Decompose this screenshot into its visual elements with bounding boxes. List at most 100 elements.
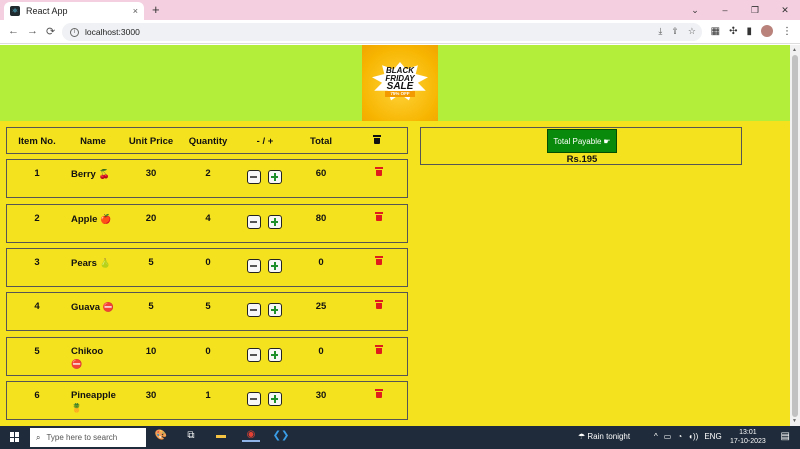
scroll-up-icon[interactable]: ▲ — [792, 47, 797, 53]
delete-icon[interactable] — [375, 345, 383, 354]
maximize-button[interactable]: ❐ — [740, 0, 770, 20]
decrement-button[interactable] — [247, 170, 261, 184]
delete-icon[interactable] — [375, 256, 383, 265]
header-item-no: Item No. — [18, 136, 56, 147]
increment-button[interactable] — [268, 215, 282, 229]
fruit-icon: 🍍 — [71, 403, 83, 413]
item-total: 0 — [318, 257, 324, 268]
search-placeholder: Type here to search — [46, 433, 118, 442]
decrement-button[interactable] — [247, 303, 261, 317]
decrement-button[interactable] — [247, 259, 261, 273]
clock-date: 17-10-2023 — [730, 438, 766, 445]
item-name: Berry 🍒 — [71, 169, 110, 180]
search-icon: ⌕ — [36, 432, 41, 442]
taskbar-search[interactable]: ⌕ Type here to search — [30, 428, 146, 447]
increment-button[interactable] — [268, 170, 282, 184]
widgets-icon[interactable]: 🎨 — [152, 430, 170, 441]
item-price: 30 — [145, 168, 157, 179]
delete-icon[interactable] — [375, 389, 383, 398]
tab-close-icon[interactable]: × — [133, 6, 138, 16]
decrement-button[interactable] — [247, 392, 261, 406]
battery-icon[interactable]: ▭ — [664, 432, 672, 441]
download-icon[interactable]: ⤓ — [658, 26, 662, 37]
star-icon[interactable]: ☆ — [688, 26, 696, 37]
rain-icon: ☂ — [578, 432, 586, 441]
scroll-down-icon[interactable]: ▼ — [792, 418, 797, 424]
delete-icon[interactable] — [375, 167, 383, 176]
vscode-icon[interactable]: ❮❯ — [272, 430, 290, 441]
header-total: Total — [310, 136, 332, 147]
pointing-hand-icon: ☛ — [603, 136, 611, 146]
new-tab-button[interactable]: + — [152, 2, 160, 17]
decrement-button[interactable] — [247, 348, 261, 362]
header-quantity: Quantity — [188, 136, 228, 147]
increment-button[interactable] — [268, 303, 282, 317]
delete-icon[interactable] — [375, 212, 383, 221]
black-friday-image: BLACK FRIDAY SALE 75% OFF — [362, 45, 438, 121]
language-indicator[interactable]: ENG — [704, 432, 721, 441]
taskbar: ⌕ Type here to search 🎨 ⧉ ▬ ◉ ❮❯ ☂ Rain … — [0, 426, 800, 449]
table-header: Item No. Name Unit Price Quantity - / + … — [6, 127, 408, 154]
fruit-icon: 🍎 — [100, 214, 112, 224]
increment-button[interactable] — [268, 392, 282, 406]
tab-search-button[interactable]: ⌄ — [680, 0, 710, 20]
windows-start-icon[interactable] — [10, 432, 20, 442]
item-name: Chikoo ⛔ — [71, 346, 104, 369]
item-price: 10 — [145, 346, 157, 357]
profile-avatar[interactable] — [761, 25, 773, 37]
item-qty: 0 — [205, 346, 211, 357]
header-unit-price: Unit Price — [128, 136, 174, 147]
item-no: 3 — [34, 257, 40, 268]
delete-all-icon[interactable] — [373, 135, 381, 144]
header-name: Name — [80, 136, 106, 147]
increment-button[interactable] — [268, 259, 282, 273]
item-name: Pineapple 🍍 — [71, 390, 116, 413]
chrome-icon[interactable]: ◉ — [242, 429, 260, 442]
share-icon[interactable]: ⇪ — [671, 26, 679, 37]
header-stepper: - / + — [256, 136, 274, 147]
forward-button[interactable]: → — [27, 25, 38, 37]
total-payable-button[interactable]: Total Payable ☛ — [547, 129, 617, 153]
item-name: Guava ⛔ — [71, 302, 114, 313]
reload-button[interactable]: ⟳ — [46, 25, 55, 38]
puzzle-icon[interactable]: ✣ — [729, 26, 737, 37]
browser-tab[interactable]: ⚛ React App × — [4, 2, 144, 20]
url-bar[interactable]: i localhost:3000 ⤓ ⇪ ☆ — [62, 23, 702, 41]
page-scrollbar[interactable]: ▲ ▼ — [790, 45, 800, 426]
chevron-up-icon[interactable]: ^ — [654, 432, 658, 441]
item-total: 30 — [315, 390, 327, 401]
back-button[interactable]: ← — [8, 25, 19, 37]
tab-title: React App — [26, 6, 68, 16]
extension-icon[interactable]: ▦ — [711, 26, 720, 37]
minimize-button[interactable]: – — [710, 0, 740, 20]
table-row: 1 Berry 🍒 30 2 60 — [6, 159, 408, 198]
window-controls: ⌄ – ❐ ✕ — [680, 0, 800, 20]
address-toolbar: ← → ⟳ i localhost:3000 ⤓ ⇪ ☆ ▦ ✣ ▮ ⋮ — [0, 20, 800, 44]
page-content: BLACK FRIDAY SALE 75% OFF Item No. Name … — [0, 45, 790, 426]
increment-button[interactable] — [268, 348, 282, 362]
item-qty: 1 — [205, 390, 211, 401]
menu-icon[interactable]: ⋮ — [782, 26, 792, 37]
task-view-icon[interactable]: ⧉ — [182, 430, 200, 441]
decrement-button[interactable] — [247, 215, 261, 229]
table-row: 3 Pears 🍐 5 0 0 — [6, 248, 408, 287]
sale-badge: 75% OFF — [385, 91, 415, 97]
sidepanel-icon[interactable]: ▮ — [746, 26, 752, 37]
file-explorer-icon[interactable]: ▬ — [212, 430, 230, 441]
volume-icon[interactable]: ◖)) — [688, 432, 698, 441]
weather-widget[interactable]: ☂ Rain tonight — [578, 432, 630, 441]
close-window-button[interactable]: ✕ — [770, 0, 800, 20]
item-name: Apple 🍎 — [71, 214, 112, 225]
item-total: 60 — [315, 168, 327, 179]
clock[interactable]: 13:01 17-10-2023 — [730, 428, 766, 446]
site-info-icon[interactable]: i — [70, 27, 79, 37]
notification-icon[interactable]: ▤ — [781, 431, 790, 442]
wifi-icon[interactable]: ◔ — [677, 432, 682, 441]
item-total: 80 — [315, 213, 327, 224]
item-price: 30 — [145, 390, 157, 401]
item-qty: 4 — [205, 213, 211, 224]
total-amount: Rs.195 — [566, 154, 598, 165]
summary-panel: Total Payable ☛ Rs.195 — [420, 127, 742, 165]
item-qty: 0 — [205, 257, 211, 268]
delete-icon[interactable] — [375, 300, 383, 309]
